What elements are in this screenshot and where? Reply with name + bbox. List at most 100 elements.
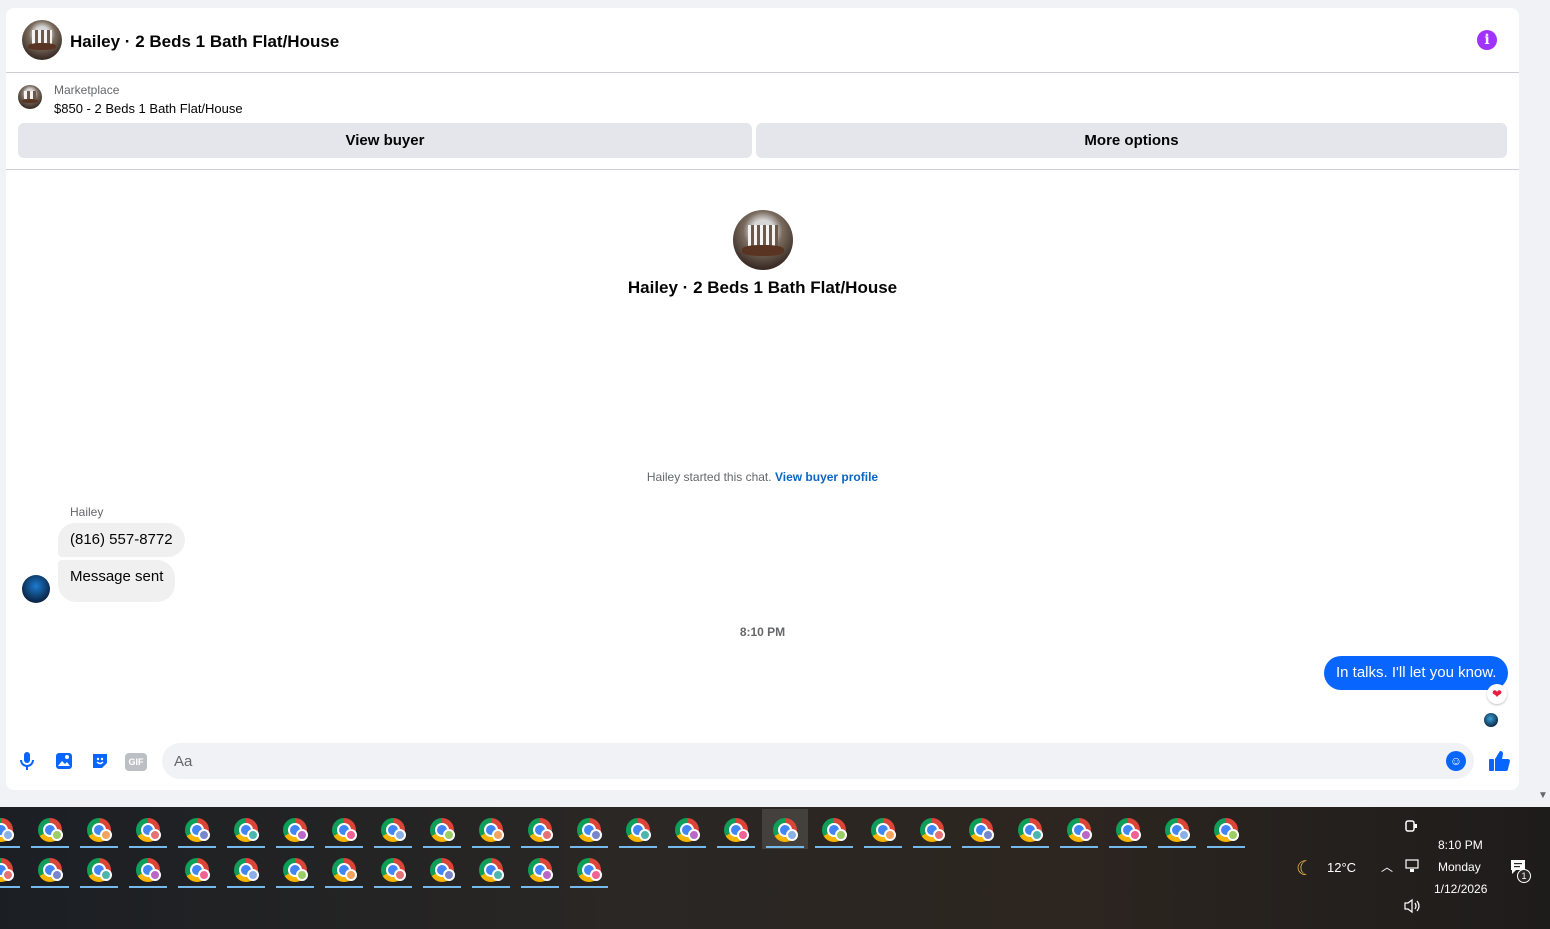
- taskbar-chrome-app[interactable]: [272, 849, 318, 889]
- taskbar-chrome-app[interactable]: [468, 809, 514, 849]
- intro-title: Hailey · 2 Beds 1 Bath Flat/House: [627, 278, 898, 297]
- taskbar-chrome-app[interactable]: [0, 849, 24, 889]
- listing-title[interactable]: $850 - 2 Beds 1 Bath Flat/House: [54, 101, 243, 116]
- profile-badge-icon: [590, 829, 602, 841]
- profile-badge-icon: [149, 829, 161, 841]
- running-indicator: [129, 846, 167, 848]
- running-indicator: [815, 846, 853, 848]
- sender-avatar[interactable]: [22, 575, 50, 603]
- chat-header: Hailey · 2 Beds 1 Bath Flat/House i: [6, 8, 1519, 73]
- taskbar-chrome-app[interactable]: [174, 849, 220, 889]
- emoji-icon[interactable]: ☺: [1446, 751, 1466, 771]
- running-indicator: [570, 886, 608, 888]
- volume-icon[interactable]: [1403, 898, 1421, 917]
- chat-title[interactable]: Hailey · 2 Beds 1 Bath Flat/House: [70, 32, 339, 52]
- clock-date[interactable]: 1/12/2026: [1434, 882, 1487, 896]
- taskbar-chrome-app[interactable]: [860, 809, 906, 849]
- taskbar-chrome-app[interactable]: [1007, 809, 1053, 849]
- profile-badge-icon: [394, 829, 406, 841]
- clock-time[interactable]: 8:10 PM: [1438, 838, 1483, 852]
- taskbar-chrome-app[interactable]: [811, 809, 857, 849]
- thumbs-up-icon[interactable]: [1486, 749, 1512, 775]
- taskbar-chrome-app[interactable]: [27, 809, 73, 849]
- chat-started-notice: Hailey started this chat. View buyer pro…: [6, 470, 1519, 484]
- running-indicator: [374, 886, 412, 888]
- clock-day[interactable]: Monday: [1438, 860, 1481, 874]
- profile-badge-icon: [639, 829, 651, 841]
- taskbar-chrome-app[interactable]: [272, 809, 318, 849]
- taskbar-chrome-app[interactable]: [419, 809, 465, 849]
- taskbar-chrome-app[interactable]: [223, 809, 269, 849]
- taskbar-chrome-app[interactable]: [0, 809, 24, 849]
- profile-badge-icon: [247, 869, 259, 881]
- photo-icon[interactable]: [53, 751, 75, 773]
- network-icon[interactable]: [1404, 858, 1420, 877]
- profile-badge-icon: [345, 829, 357, 841]
- taskbar-chrome-app[interactable]: [76, 849, 122, 889]
- taskbar-chrome-app[interactable]: [321, 849, 367, 889]
- taskbar-chrome-app[interactable]: [125, 849, 171, 889]
- taskbar-chrome-app[interactable]: [664, 809, 710, 849]
- profile-badge-icon: [1080, 829, 1092, 841]
- listing-thumbnail[interactable]: [18, 85, 42, 109]
- taskbar-chrome-app[interactable]: [517, 849, 563, 889]
- taskbar-chrome-app[interactable]: [566, 849, 612, 889]
- show-hidden-icons-chevron-icon[interactable]: ︿: [1381, 858, 1393, 875]
- taskbar-chrome-app[interactable]: [566, 809, 612, 849]
- profile-badge-icon: [590, 869, 602, 881]
- scroll-down-arrow[interactable]: ▼: [1538, 790, 1548, 801]
- outgoing-message[interactable]: In talks. I'll let you know.: [1324, 656, 1509, 690]
- weather-temperature[interactable]: 12°C: [1327, 860, 1356, 875]
- meet-now-icon[interactable]: [1404, 818, 1418, 837]
- running-indicator: [325, 886, 363, 888]
- profile-badge-icon: [247, 829, 259, 841]
- taskbar-chrome-app[interactable]: [321, 809, 367, 849]
- taskbar-chrome-app[interactable]: [615, 809, 661, 849]
- running-indicator: [913, 846, 951, 848]
- taskbar-chrome-app[interactable]: [468, 849, 514, 889]
- taskbar-chrome-app[interactable]: [76, 809, 122, 849]
- taskbar-chrome-app[interactable]: [370, 849, 416, 889]
- profile-badge-icon: [443, 829, 455, 841]
- incoming-message[interactable]: Message sent: [58, 560, 176, 602]
- taskbar-chrome-app[interactable]: [27, 849, 73, 889]
- running-indicator: [31, 886, 69, 888]
- running-indicator: [423, 886, 461, 888]
- view-buyer-button[interactable]: View buyer: [18, 123, 752, 158]
- running-indicator: [668, 846, 706, 848]
- taskbar-chrome-app[interactable]: [1154, 809, 1200, 849]
- microphone-icon[interactable]: [16, 751, 38, 773]
- taskbar-chrome-app[interactable]: [958, 809, 1004, 849]
- more-options-button[interactable]: More options: [756, 123, 1507, 158]
- profile-badge-icon: [1227, 829, 1239, 841]
- moon-weather-icon[interactable]: ☾: [1296, 856, 1314, 881]
- taskbar-chrome-app[interactable]: [419, 849, 465, 889]
- taskbar-chrome-app[interactable]: [223, 849, 269, 889]
- heart-reaction-icon[interactable]: ❤: [1487, 684, 1507, 704]
- taskbar-chrome-app[interactable]: [909, 809, 955, 849]
- profile-badge-icon: [2, 869, 14, 881]
- view-buyer-profile-link[interactable]: View buyer profile: [775, 470, 878, 484]
- taskbar-chrome-app[interactable]: [762, 809, 808, 849]
- taskbar-chrome-app[interactable]: [125, 809, 171, 849]
- taskbar-chrome-app[interactable]: [1105, 809, 1151, 849]
- running-indicator: [1109, 846, 1147, 848]
- gif-icon[interactable]: GIF: [125, 753, 147, 771]
- profile-badge-icon: [688, 829, 700, 841]
- taskbar-chrome-app[interactable]: [1203, 809, 1249, 849]
- taskbar-chrome-app[interactable]: [370, 809, 416, 849]
- incoming-message[interactable]: (816) 557-8772: [58, 523, 185, 557]
- listing-avatar[interactable]: [22, 20, 62, 60]
- profile-badge-icon: [198, 869, 210, 881]
- running-indicator: [423, 846, 461, 848]
- taskbar-chrome-app[interactable]: [174, 809, 220, 849]
- taskbar-chrome-app[interactable]: [517, 809, 563, 849]
- message-composer[interactable]: ☺: [162, 743, 1474, 779]
- message-input[interactable]: [174, 743, 1434, 779]
- profile-badge-icon: [198, 829, 210, 841]
- taskbar-chrome-app[interactable]: [713, 809, 759, 849]
- info-icon[interactable]: i: [1477, 30, 1497, 50]
- taskbar-chrome-app[interactable]: [1056, 809, 1102, 849]
- running-indicator: [570, 846, 608, 848]
- sticker-icon[interactable]: [89, 751, 111, 773]
